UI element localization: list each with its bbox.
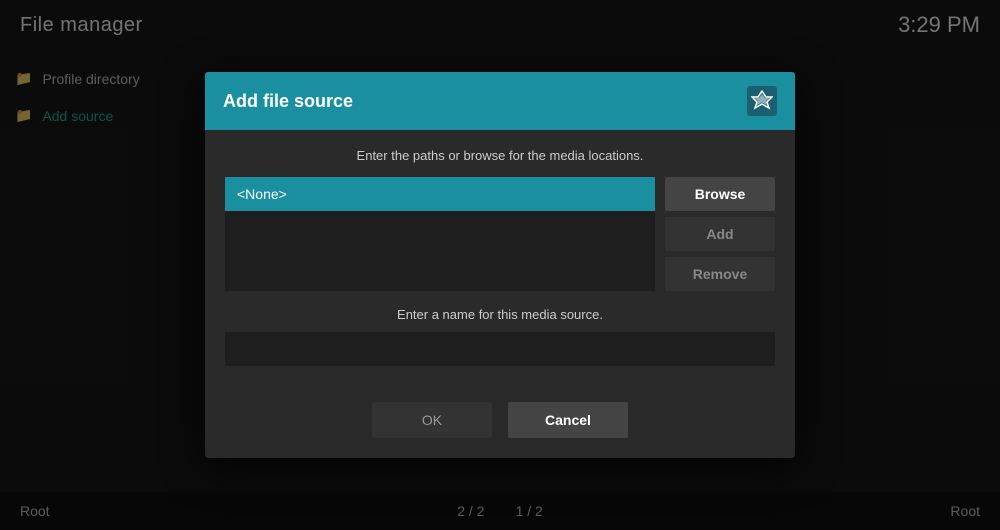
dialog-instruction-top: Enter the paths or browse for the media … bbox=[225, 148, 775, 163]
name-input[interactable] bbox=[225, 332, 775, 366]
cancel-button[interactable]: Cancel bbox=[508, 402, 628, 438]
kodi-icon bbox=[747, 86, 777, 116]
dialog-body: Enter the paths or browse for the media … bbox=[205, 130, 795, 386]
browse-button[interactable]: Browse bbox=[665, 177, 775, 211]
overlay: Add file source Enter the paths or brows… bbox=[0, 0, 1000, 530]
ok-button[interactable]: OK bbox=[372, 402, 492, 438]
dialog-header: Add file source bbox=[205, 72, 795, 130]
dialog-footer: OK Cancel bbox=[205, 386, 795, 458]
name-section: Enter a name for this media source. bbox=[225, 307, 775, 366]
path-section: <None> Browse Add Remove bbox=[225, 177, 775, 291]
button-group: Browse Add Remove bbox=[665, 177, 775, 291]
kodi-logo-icon bbox=[751, 90, 773, 112]
path-list: <None> bbox=[225, 177, 655, 291]
name-instruction: Enter a name for this media source. bbox=[225, 307, 775, 322]
add-file-source-dialog: Add file source Enter the paths or brows… bbox=[205, 72, 795, 458]
dialog-title: Add file source bbox=[223, 91, 353, 112]
path-list-item[interactable]: <None> bbox=[225, 177, 655, 211]
remove-button[interactable]: Remove bbox=[665, 257, 775, 291]
add-button[interactable]: Add bbox=[665, 217, 775, 251]
